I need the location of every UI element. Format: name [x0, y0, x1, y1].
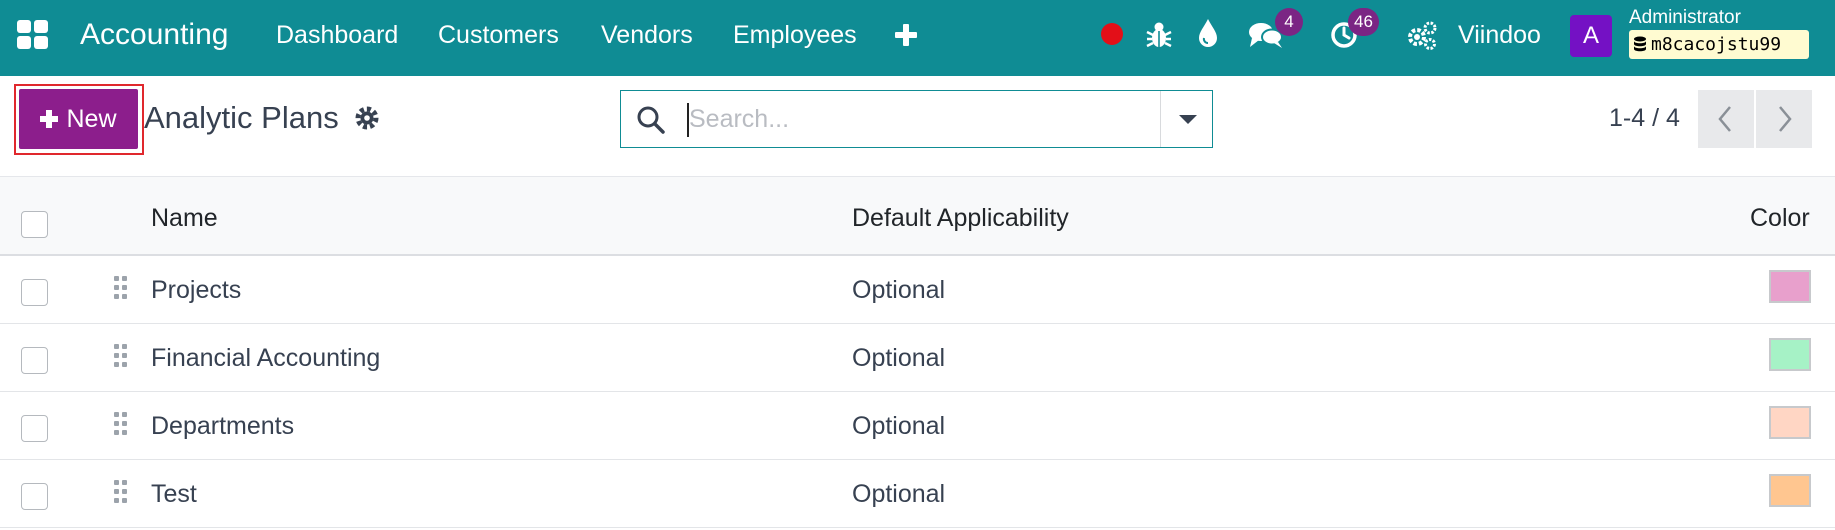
table-row[interactable]: Departments Optional	[0, 392, 1835, 460]
settings-gears-icon[interactable]	[1406, 20, 1438, 50]
gear-icon[interactable]	[354, 105, 380, 131]
drag-handle-icon[interactable]	[114, 344, 128, 370]
apps-grid-icon[interactable]	[17, 20, 49, 50]
menu-employees[interactable]: Employees	[733, 20, 857, 50]
chevron-left-icon	[1718, 106, 1731, 132]
database-name: m8cacojstu99	[1651, 34, 1782, 55]
row-checkbox[interactable]	[21, 347, 48, 374]
plus-icon[interactable]	[893, 22, 919, 48]
top-navbar: Accounting Dashboard Customers Vendors E…	[0, 0, 1835, 76]
select-all-checkbox[interactable]	[21, 211, 48, 238]
search-options-toggle[interactable]	[1160, 91, 1213, 147]
row-checkbox[interactable]	[21, 415, 48, 442]
search-bar	[620, 90, 1213, 148]
user-name[interactable]: Administrator	[1629, 7, 1741, 29]
chevron-right-icon	[1779, 106, 1792, 132]
cell-applicability: Optional	[852, 276, 946, 304]
messages-count-badge: 4	[1275, 8, 1303, 36]
color-swatch[interactable]	[1769, 406, 1811, 439]
database-badge: m8cacojstu99	[1629, 30, 1809, 59]
table-row[interactable]: Projects Optional	[0, 256, 1835, 324]
new-button-label: New	[66, 105, 117, 133]
search-icon[interactable]	[636, 105, 666, 135]
row-checkbox[interactable]	[21, 279, 48, 306]
database-icon	[1634, 36, 1646, 52]
table-header: Name Default Applicability Color	[0, 176, 1835, 256]
drag-handle-icon[interactable]	[114, 480, 128, 506]
cell-applicability: Optional	[852, 480, 946, 508]
drag-handle-icon[interactable]	[114, 412, 128, 438]
cell-name: Projects	[151, 276, 242, 304]
record-dot-icon[interactable]	[1101, 23, 1123, 45]
menu-vendors[interactable]: Vendors	[601, 20, 693, 50]
bug-icon[interactable]	[1146, 20, 1172, 50]
cell-name: Financial Accounting	[151, 344, 381, 372]
search-input[interactable]	[689, 97, 1069, 141]
column-header-applicability[interactable]: Default Applicability	[852, 203, 1069, 233]
activities-count-badge: 46	[1348, 8, 1379, 36]
column-header-color[interactable]: Color	[1750, 203, 1810, 233]
app-name[interactable]: Accounting	[80, 17, 228, 53]
cell-applicability: Optional	[852, 412, 946, 440]
menu-customers[interactable]: Customers	[438, 20, 559, 50]
plus-icon	[40, 110, 59, 128]
color-swatch[interactable]	[1769, 474, 1811, 507]
table-row[interactable]: Test Optional	[0, 460, 1835, 528]
company-name[interactable]: Viindoo	[1458, 20, 1541, 50]
cell-name: Departments	[151, 412, 295, 440]
new-button[interactable]: New	[19, 89, 138, 149]
avatar[interactable]: A	[1570, 15, 1612, 57]
pager-value[interactable]: 1-4 / 4	[1609, 103, 1680, 133]
drop-icon[interactable]	[1197, 18, 1219, 48]
menu-dashboard[interactable]: Dashboard	[276, 20, 398, 50]
drag-handle-icon[interactable]	[114, 276, 128, 302]
page-title: Analytic Plans	[144, 100, 339, 135]
pager-previous-button[interactable]	[1698, 90, 1754, 148]
color-swatch[interactable]	[1769, 338, 1811, 371]
column-header-name[interactable]: Name	[151, 203, 218, 233]
cell-name: Test	[151, 480, 197, 508]
row-checkbox[interactable]	[21, 483, 48, 510]
pager-next-button[interactable]	[1756, 90, 1812, 148]
color-swatch[interactable]	[1769, 270, 1811, 303]
table-row[interactable]: Financial Accounting Optional	[0, 324, 1835, 392]
cell-applicability: Optional	[852, 344, 946, 372]
